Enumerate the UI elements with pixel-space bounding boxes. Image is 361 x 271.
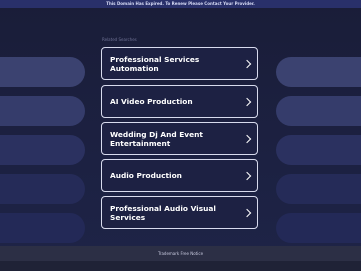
related-search-link[interactable]: Professional Audio Visual Services xyxy=(101,196,258,229)
expired-domain-banner: This Domain Has Expired. To Renew Please… xyxy=(0,0,361,8)
related-search-link[interactable]: Professional Services Automation xyxy=(101,47,258,80)
related-search-link[interactable]: Audio Production xyxy=(101,159,258,192)
decorative-pill xyxy=(0,57,85,87)
decorative-pill xyxy=(0,135,85,165)
decorative-pill xyxy=(276,174,361,204)
page: This Domain Has Expired. To Renew Please… xyxy=(0,0,361,271)
related-search-link[interactable]: AI Video Production xyxy=(101,85,258,118)
trademark-notice-link[interactable]: Trademark Free Notice xyxy=(158,251,203,256)
related-searches-heading: Related Searches xyxy=(102,37,137,42)
decorative-pill xyxy=(276,57,361,87)
related-search-label: Professional Services Automation xyxy=(110,54,200,73)
footer: Trademark Free Notice xyxy=(0,246,361,271)
footer-bar: Trademark Free Notice xyxy=(0,246,361,261)
related-search-label: Wedding Dj And Event Entertainment xyxy=(110,129,203,148)
decorative-pill xyxy=(276,96,361,126)
decorative-pill xyxy=(0,213,85,243)
related-search-link[interactable]: Wedding Dj And Event Entertainment xyxy=(101,122,258,155)
decorative-pill xyxy=(0,174,85,204)
decorative-pill xyxy=(0,96,85,126)
related-search-label: AI Video Production xyxy=(110,97,193,106)
decorative-pill xyxy=(276,213,361,243)
related-search-label: Audio Production xyxy=(110,171,182,180)
banner-text: This Domain Has Expired. To Renew Please… xyxy=(106,1,255,6)
decorative-pill xyxy=(276,135,361,165)
related-search-label: Professional Audio Visual Services xyxy=(110,203,216,222)
